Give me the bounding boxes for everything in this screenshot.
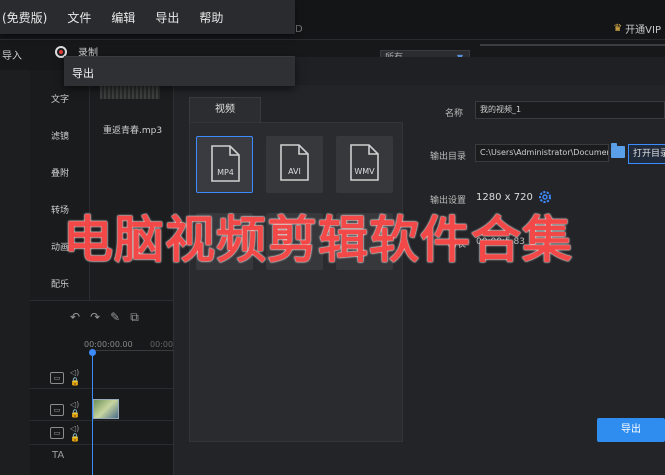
overlay-title: 电脑视频剪辑软件合集 <box>63 211 573 269</box>
menu-edition[interactable]: (免费版) <box>0 9 57 26</box>
timeline-next-time: 00:00 <box>150 340 174 349</box>
menu-help[interactable]: 帮助 <box>189 9 233 26</box>
video-track-icon: ▭ <box>50 404 64 416</box>
sidebar-item-filter[interactable]: 滤镜 <box>30 129 90 142</box>
video-clip[interactable] <box>93 399 119 419</box>
audio-waveform-thumb[interactable] <box>100 85 160 99</box>
export-button[interactable]: 导出 <box>597 418 665 442</box>
crown-icon: ♛ <box>613 23 623 34</box>
format-label: WMV <box>354 167 375 176</box>
timeline-start-time: 00:00:00.00 <box>84 340 133 349</box>
media-file-name[interactable]: 重返青春.mp3 <box>103 123 162 136</box>
sidebar-item-music[interactable]: 配乐 <box>30 277 90 290</box>
volume-lock-icon[interactable]: ◁) 🔒 <box>70 400 80 418</box>
menu-bar: (免费版) 文件 编辑 导出 帮助 <box>0 0 295 34</box>
edit-icon[interactable]: ✎ <box>110 310 120 325</box>
menu-export[interactable]: 导出 <box>145 9 189 26</box>
name-label: 名称 <box>445 109 464 119</box>
export-dropdown: 导出 <box>64 56 295 86</box>
vip-button[interactable]: ♛ 开通VIP <box>613 21 661 36</box>
output-dir-field[interactable]: C:\Users\Administrator\Document <box>475 144 609 162</box>
volume-lock-icon[interactable]: ◁) 🔒 <box>70 424 80 442</box>
format-mp4[interactable]: MP4 <box>196 136 253 193</box>
format-label: MP4 <box>217 168 234 177</box>
redo-icon[interactable]: ↷ <box>90 310 100 325</box>
tab-video[interactable]: 视频 <box>189 97 261 123</box>
name-field[interactable]: 我的视频_1 <box>475 101 665 119</box>
playhead-handle[interactable] <box>89 349 96 356</box>
vip-label: 开通VIP <box>625 25 661 36</box>
app-window: D ♛ 开通VIP 导入 录制 所有 ▼ 文字 滤镜 叠附 转场 动画 配乐 重… <box>0 0 665 475</box>
folder-icon[interactable] <box>611 143 625 158</box>
menu-edit[interactable]: 编辑 <box>101 9 145 26</box>
video-track-icon: ▭ <box>50 372 64 384</box>
text-track-icon: TA <box>52 450 65 461</box>
sidebar-item-text[interactable]: 文字 <box>30 92 90 105</box>
file-icon <box>211 145 240 182</box>
format-label: AVI <box>288 167 301 176</box>
format-avi[interactable]: AVI <box>266 136 323 193</box>
undo-icon[interactable]: ↶ <box>70 310 80 325</box>
import-button[interactable]: 导入 <box>2 47 22 62</box>
output-dir-label: 输出目录 <box>430 152 467 162</box>
split-icon[interactable]: ⧉ <box>130 310 139 325</box>
file-icon <box>350 144 379 181</box>
volume-lock-icon[interactable]: ◁) 🔒 <box>70 368 80 386</box>
menu-file[interactable]: 文件 <box>57 9 101 26</box>
sidebar-item-overlay[interactable]: 叠附 <box>30 166 90 179</box>
dropdown-item-export[interactable]: 导出 <box>72 65 94 81</box>
video-track-icon: ▭ <box>50 427 64 439</box>
timeline-toolbar: ↶ ↷ ✎ ⧉ <box>70 310 139 325</box>
open-dir-button[interactable]: 打开目录 <box>628 144 665 164</box>
title-fragment: D <box>295 24 303 35</box>
file-icon <box>280 144 309 181</box>
playhead[interactable] <box>92 350 93 475</box>
format-wmv[interactable]: WMV <box>336 136 393 193</box>
